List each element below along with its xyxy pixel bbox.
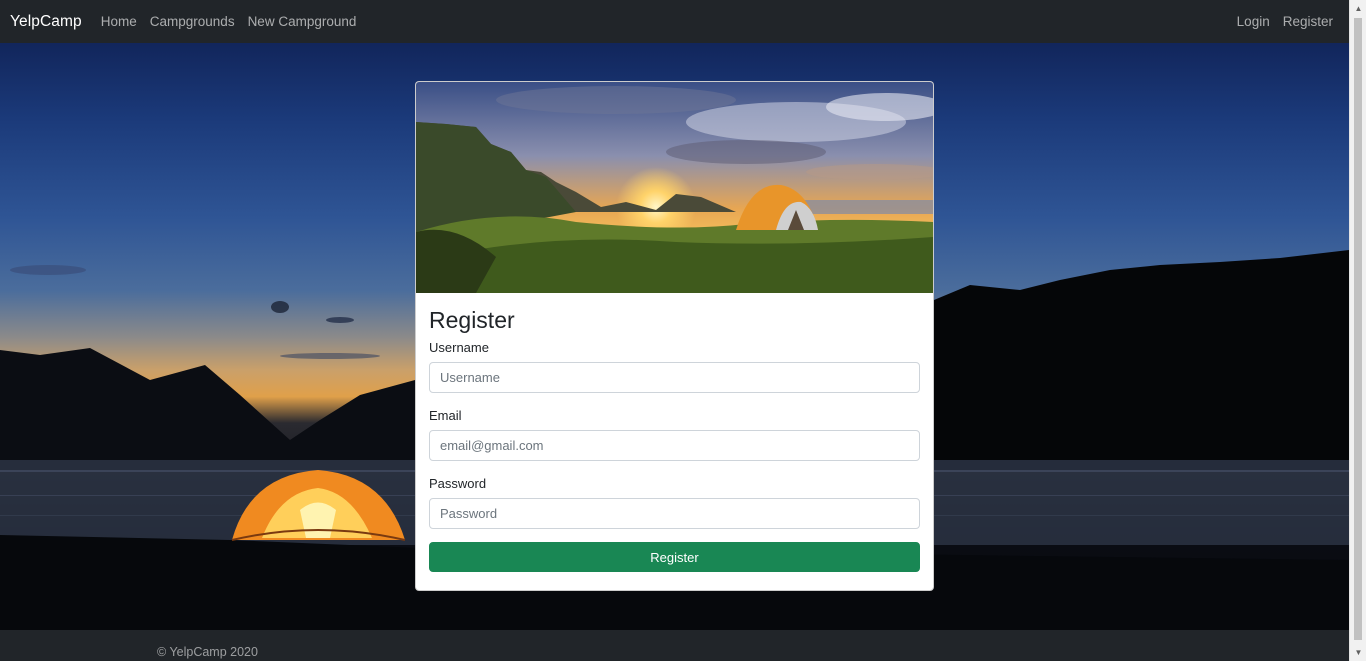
brand-logo-link[interactable]: YelpCamp [10,13,82,31]
password-input[interactable] [429,498,920,529]
username-input[interactable] [429,362,920,393]
navbar-auth-links: Login Register [1224,14,1333,29]
nav-link-login[interactable]: Login [1237,14,1270,29]
top-navbar: YelpCamp Home Campgrounds New Campground… [0,0,1349,43]
register-form: Register Username Email Password Registe… [416,293,933,572]
nav-link-new-campground[interactable]: New Campground [248,14,357,29]
page-scrollbar[interactable]: ▲ ▼ [1349,0,1366,661]
register-heading: Register [429,307,515,333]
footer-copyright: © YelpCamp 2020 [157,645,258,659]
email-input[interactable] [429,430,920,461]
nav-link-register[interactable]: Register [1283,14,1333,29]
scroll-up-arrow-icon[interactable]: ▲ [1350,0,1366,17]
username-label: Username [429,340,489,355]
register-card: Register Username Email Password Registe… [415,81,934,591]
scrollbar-thumb[interactable] [1354,18,1362,640]
scroll-down-arrow-icon[interactable]: ▼ [1350,644,1366,661]
register-submit-button[interactable]: Register [429,542,920,572]
campsite-sunset-image [416,82,933,293]
password-label: Password [429,476,487,491]
email-label: Email [429,408,462,423]
nav-link-campgrounds[interactable]: Campgrounds [150,14,235,29]
nav-link-home[interactable]: Home [101,14,137,29]
page-footer: © YelpCamp 2020 [0,630,1349,661]
